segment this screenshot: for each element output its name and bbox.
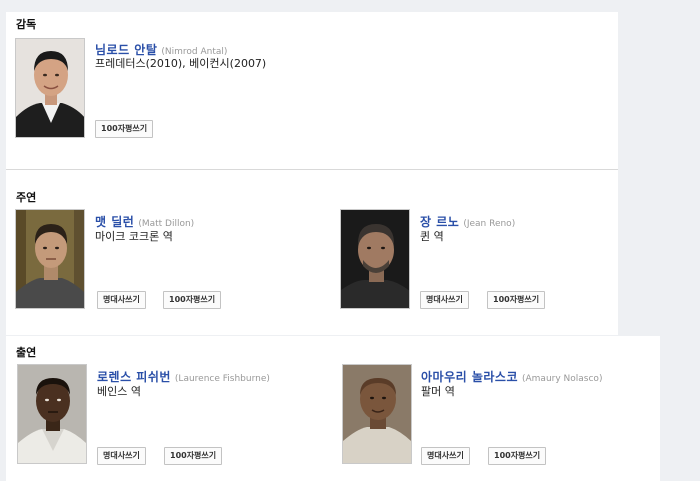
section-title-lead: 주연 <box>16 191 37 204</box>
actor-photo-matt-dillon[interactable] <box>15 209 85 309</box>
lead-1-role: 마이크 코크론 역 <box>95 230 173 243</box>
lead-1-review-button[interactable]: 100자평쓰기 <box>163 291 222 309</box>
support-2-review-button[interactable]: 100자평쓰기 <box>488 447 547 465</box>
support-2-quote-button[interactable]: 명대사쓰기 <box>421 447 470 465</box>
actor-photo-laurence-fishburne[interactable] <box>17 364 87 464</box>
support-2-name-link[interactable]: 아마우리 놀라스코 <box>421 370 518 384</box>
section-divider <box>6 169 618 170</box>
lead-1-quote-button[interactable]: 명대사쓰기 <box>97 291 146 309</box>
lead-2-role: 퀸 역 <box>420 230 444 243</box>
section-title-support: 출연 <box>16 346 37 359</box>
support-1-quote-button[interactable]: 명대사쓰기 <box>97 447 146 465</box>
support-1-name-link[interactable]: 로렌스 피쉬번 <box>97 370 171 384</box>
support-1-name-english: (Laurence Fishburne) <box>174 374 270 384</box>
actor-photo-amaury-nolasco[interactable] <box>342 364 412 464</box>
lead-2-name-english: (Jean Reno) <box>463 219 516 229</box>
director-filmography: 프레데터스(2010), 베이컨시(2007) <box>95 57 267 70</box>
support-1-review-button[interactable]: 100자평쓰기 <box>164 447 223 465</box>
lead-2-quote-button[interactable]: 명대사쓰기 <box>420 291 469 309</box>
lead-2-name-link[interactable]: 장 르노 <box>420 215 459 229</box>
support-2-role: 팔머 역 <box>421 385 455 398</box>
support-1-role: 베인스 역 <box>97 385 141 398</box>
lead-2-review-button[interactable]: 100자평쓰기 <box>487 291 546 309</box>
director-review-button[interactable]: 100자평쓰기 <box>95 120 154 138</box>
support-2-name-english: (Amaury Nolasco) <box>522 374 603 384</box>
lead-1-name-link[interactable]: 맷 딜런 <box>95 215 134 229</box>
section-title-director: 감독 <box>16 18 37 31</box>
director-photo[interactable] <box>15 38 85 138</box>
actor-photo-jean-reno[interactable] <box>340 209 410 309</box>
